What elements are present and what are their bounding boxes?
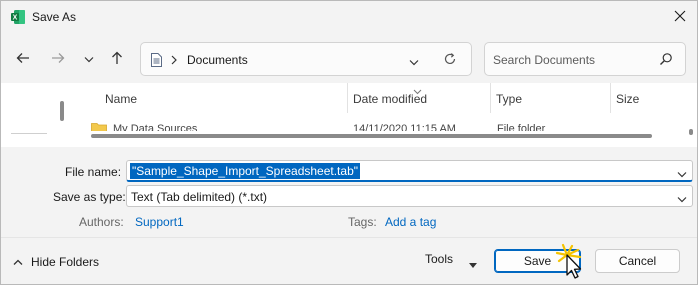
filename-label: File name: — [65, 165, 122, 179]
column-header-type[interactable]: Type — [491, 83, 611, 113]
authors-value[interactable]: Support1 — [135, 215, 184, 229]
address-dropdown-icon[interactable] — [409, 55, 419, 69]
cancel-label: Cancel — [618, 254, 657, 268]
row-name: My Data Sources — [113, 123, 198, 131]
close-icon — [674, 10, 686, 25]
savetype-dropdown-icon[interactable] — [677, 192, 687, 206]
tools-button[interactable]: Tools — [425, 252, 453, 266]
search-icon[interactable] — [659, 52, 673, 69]
window-title: Save As — [32, 10, 77, 24]
cancel-button[interactable]: Cancel — [595, 249, 680, 273]
forward-button[interactable] — [46, 47, 70, 71]
row-date: 14/11/2020 11:15 AM — [353, 123, 456, 131]
vertical-scrollbar[interactable] — [687, 83, 697, 147]
column-header-name[interactable]: Name — [100, 83, 348, 113]
filename-dropdown-icon[interactable] — [677, 167, 687, 181]
authors-label: Authors: — [79, 215, 124, 229]
arrow-left-icon — [16, 52, 30, 67]
excel-icon: X — [10, 9, 26, 25]
filename-input[interactable]: "Sample_Shape_Import_Spreadsheet.tab" — [126, 160, 693, 182]
navigation-bar: Documents Search Documents — [1, 33, 697, 83]
folder-icon — [91, 122, 107, 131]
list-item[interactable]: My Data Sources 14/11/2020 11:15 AM — [91, 121, 471, 131]
row-type-cell: File folder — [497, 121, 617, 131]
search-box[interactable]: Search Documents — [484, 42, 686, 76]
tools-caret-icon[interactable] — [469, 257, 477, 271]
back-button[interactable] — [11, 47, 35, 71]
savetype-label: Save as type: — [53, 190, 126, 204]
recent-locations-button[interactable] — [77, 47, 101, 71]
column-header-size[interactable]: Size — [611, 83, 685, 113]
savetype-select[interactable]: Text (Tab delimited) (*.txt) — [126, 185, 693, 207]
title-bar: X Save As — [1, 1, 697, 33]
savetype-value: Text (Tab delimited) (*.txt) — [131, 190, 268, 204]
row-type: File folder — [497, 123, 546, 131]
navigation-pane — [1, 83, 77, 147]
tags-label: Tags: — [348, 215, 377, 229]
mouse-cursor-icon — [553, 241, 589, 284]
search-placeholder: Search Documents — [493, 53, 596, 67]
address-bar[interactable]: Documents — [140, 42, 472, 76]
breadcrumb-documents[interactable]: Documents — [187, 53, 248, 67]
file-browser: Name Date modified Type Size My Data Sou… — [1, 83, 697, 147]
column-header-date-modified[interactable]: Date modified — [348, 83, 491, 113]
hide-folders-button[interactable]: Hide Folders — [13, 255, 99, 269]
navigation-pane-divider — [11, 133, 47, 134]
svg-text:X: X — [13, 15, 18, 22]
close-button[interactable] — [665, 5, 695, 29]
footer-divider — [1, 237, 697, 238]
arrow-up-icon — [111, 51, 123, 68]
save-as-dialog: X Save As Documents Search Documents Nam… — [0, 0, 698, 285]
filename-value: "Sample_Shape_Import_Spreadsheet.tab" — [130, 163, 361, 179]
hide-folders-label: Hide Folders — [31, 255, 100, 269]
add-tag-link[interactable]: Add a tag — [385, 215, 436, 229]
refresh-icon[interactable] — [443, 52, 457, 69]
horizontal-scrollbar[interactable] — [91, 134, 652, 138]
vertical-scrollbar-thumb[interactable] — [689, 129, 693, 135]
breadcrumb-chevron-icon — [171, 54, 177, 68]
save-label: Save — [523, 254, 552, 268]
chevron-down-icon — [84, 52, 94, 66]
chevron-up-icon — [13, 255, 23, 269]
up-button[interactable] — [105, 47, 129, 71]
navigation-pane-scrollbar[interactable] — [60, 101, 64, 121]
documents-icon — [150, 53, 163, 70]
arrow-right-icon — [51, 52, 65, 67]
